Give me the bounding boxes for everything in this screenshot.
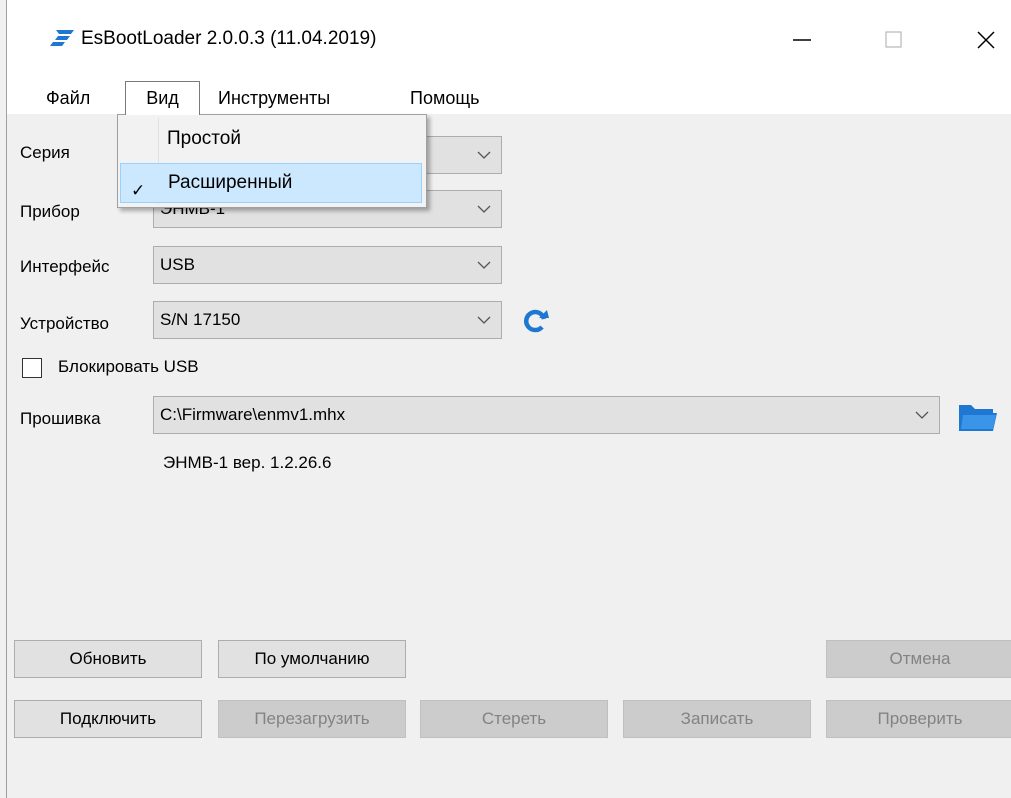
view-menu-dropdown: Простой ✓ Расширенный: [117, 114, 427, 208]
menu-item-extended-label: Расширенный: [168, 172, 293, 193]
menu-help[interactable]: Помощь: [401, 84, 489, 114]
block-usb-label[interactable]: Блокировать USB: [58, 357, 199, 377]
device-label: Прибор: [20, 202, 80, 221]
title-bar[interactable]: EsBootLoader 2.0.0.3 (11.04.2019): [7, 0, 1011, 84]
series-label: Серия: [20, 143, 70, 162]
close-button[interactable]: [951, 10, 1011, 70]
interface-select[interactable]: USB: [153, 246, 502, 284]
app-logo-icon: [50, 30, 74, 46]
verify-button[interactable]: Проверить: [826, 700, 1011, 738]
minimize-button[interactable]: [767, 10, 837, 70]
reboot-button[interactable]: Перезагрузить: [218, 700, 406, 738]
menu-file[interactable]: Файл: [37, 84, 99, 114]
minimize-icon: [793, 39, 811, 41]
checkmark-icon: ✓: [131, 181, 146, 200]
unit-select[interactable]: S/N 17150: [153, 301, 502, 339]
interface-value: USB: [160, 255, 195, 274]
close-icon: [977, 31, 995, 49]
chevron-down-icon: [915, 411, 929, 419]
default-button[interactable]: По умолчанию: [218, 640, 406, 678]
menu-tools[interactable]: Инструменты: [209, 84, 339, 114]
refresh-icon[interactable]: [522, 307, 550, 335]
unit-label: Устройство: [20, 314, 109, 333]
main-window: EsBootLoader 2.0.0.3 (11.04.2019) Файл В…: [0, 0, 1011, 798]
chevron-down-icon: [477, 205, 491, 213]
block-usb-checkbox[interactable]: [22, 358, 42, 378]
maximize-button[interactable]: [859, 10, 929, 70]
firmware-label: Прошивка: [20, 409, 101, 428]
window-title: EsBootLoader 2.0.0.3 (11.04.2019): [81, 28, 377, 49]
chevron-down-icon: [477, 316, 491, 324]
unit-value: S/N 17150: [160, 310, 241, 329]
write-button[interactable]: Записать: [623, 700, 811, 738]
menu-item-extended[interactable]: ✓ Расширенный: [120, 163, 422, 203]
firmware-path: C:\Firmware\enmv1.mhx: [160, 405, 346, 424]
firmware-version: ЭНМВ-1 вер. 1.2.26.6: [163, 453, 332, 472]
menu-bar: Файл Вид Инструменты Помощь: [7, 81, 1011, 115]
window-border: [6, 0, 7, 798]
menu-view[interactable]: Вид: [125, 81, 200, 115]
folder-open-icon[interactable]: [957, 401, 999, 433]
maximize-icon: [885, 31, 902, 48]
connect-button[interactable]: Подключить: [14, 700, 202, 738]
chevron-down-icon: [477, 151, 491, 159]
erase-button[interactable]: Стереть: [420, 700, 608, 738]
interface-label: Интерфейс: [20, 257, 110, 276]
cancel-button[interactable]: Отмена: [826, 640, 1011, 678]
update-button[interactable]: Обновить: [14, 640, 202, 678]
firmware-select[interactable]: C:\Firmware\enmv1.mhx: [153, 396, 940, 434]
menu-item-simple[interactable]: Простой: [120, 120, 422, 160]
chevron-down-icon: [477, 261, 491, 269]
